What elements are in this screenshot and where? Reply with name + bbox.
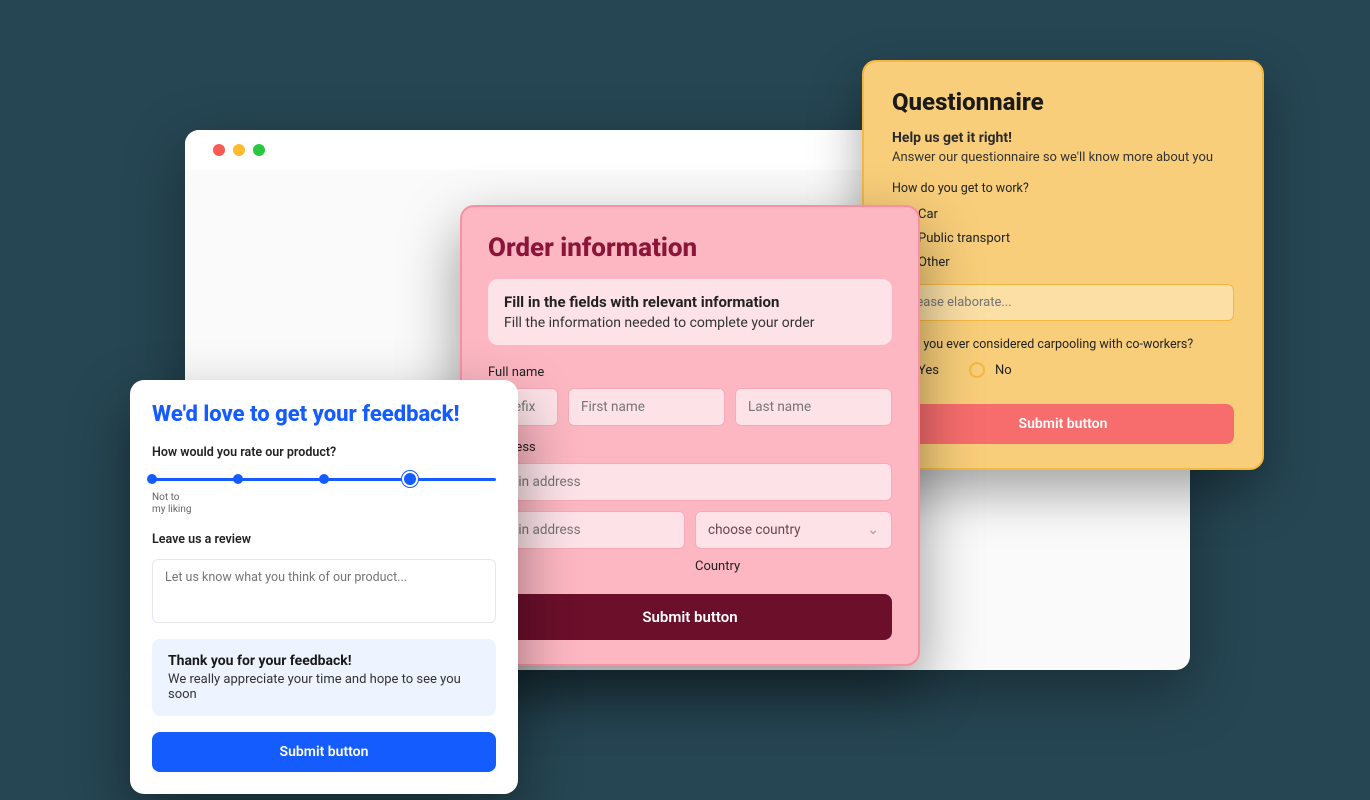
order-info-subtitle: Fill the information needed to complete … xyxy=(504,315,876,331)
radio-label: No xyxy=(995,363,1012,378)
country-sublabel: Country xyxy=(695,559,892,574)
chevron-down-icon: ⌄ xyxy=(867,522,879,538)
thanks-title: Thank you for your feedback! xyxy=(168,653,480,669)
questionnaire-subtext: Answer our questionnaire so we'll know m… xyxy=(892,150,1234,165)
lastname-input[interactable] xyxy=(735,388,892,426)
q2-option-no[interactable]: No xyxy=(969,362,1012,378)
address-label: Address xyxy=(488,440,892,455)
order-info-box: Fill in the fields with relevant informa… xyxy=(488,279,892,345)
q1-label: How do you get to work? xyxy=(892,181,1234,196)
slider-tick xyxy=(233,474,243,484)
country-select[interactable]: choose country ⌄ xyxy=(695,511,892,549)
address-line1-input[interactable] xyxy=(488,463,892,501)
slider-tick xyxy=(319,474,329,484)
rating-slider[interactable] xyxy=(152,472,496,486)
questionnaire-card: Questionnaire Help us get it right! Answ… xyxy=(862,60,1264,470)
radio-label: Car xyxy=(918,207,938,222)
slider-min-label: Not to my liking xyxy=(152,492,496,516)
thanks-subtitle: We really appreciate your time and hope … xyxy=(168,672,480,702)
radio-icon xyxy=(969,362,985,378)
order-card: Order information Fill in the fields wit… xyxy=(460,205,920,666)
slider-tick xyxy=(147,474,157,484)
questionnaire-title: Questionnaire xyxy=(892,88,1234,116)
firstname-input[interactable] xyxy=(568,388,725,426)
q1-option-public[interactable]: Public transport xyxy=(892,230,1234,246)
questionnaire-subheading: Help us get it right! xyxy=(892,130,1234,146)
rate-label: How would you rate our product? xyxy=(152,445,496,460)
review-textarea[interactable] xyxy=(152,559,496,623)
feedback-submit-button[interactable]: Submit button xyxy=(152,732,496,772)
fullname-label: Full name xyxy=(488,365,892,380)
order-submit-button[interactable]: Submit button xyxy=(488,594,892,640)
radio-label: Yes xyxy=(918,363,939,378)
q1-option-other[interactable]: Other xyxy=(892,254,1234,270)
minimize-icon[interactable] xyxy=(233,144,245,156)
radio-label: Other xyxy=(918,255,950,270)
feedback-card: We'd love to get your feedback! How woul… xyxy=(130,380,518,794)
thanks-box: Thank you for your feedback! We really a… xyxy=(152,639,496,716)
review-label: Leave us a review xyxy=(152,532,496,547)
elaborate-input[interactable] xyxy=(892,284,1234,321)
questionnaire-submit-button[interactable]: Submit button xyxy=(892,404,1234,444)
country-select-value: choose country xyxy=(708,522,801,538)
radio-label: Public transport xyxy=(918,231,1010,246)
slider-thumb[interactable] xyxy=(402,471,418,487)
q1-option-car[interactable]: Car xyxy=(892,206,1234,222)
zoom-icon[interactable] xyxy=(253,144,265,156)
feedback-title: We'd love to get your feedback! xyxy=(152,402,496,427)
q2-label: Have you ever considered carpooling with… xyxy=(892,337,1234,352)
order-info-title: Fill in the fields with relevant informa… xyxy=(504,293,876,311)
close-icon[interactable] xyxy=(213,144,225,156)
order-title: Order information xyxy=(488,233,892,263)
